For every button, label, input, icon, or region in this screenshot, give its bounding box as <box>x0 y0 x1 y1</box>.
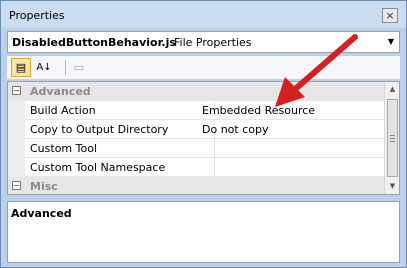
property-row-copy-to-output[interactable]: Copy to Output Directory Do not copy <box>25 120 384 139</box>
property-row-custom-tool[interactable]: Custom Tool <box>25 139 384 158</box>
category-misc[interactable]: − Misc <box>8 177 384 194</box>
column-divider <box>214 158 215 177</box>
scroll-thumb[interactable] <box>387 99 398 177</box>
property-value[interactable]: Do not copy <box>202 123 268 136</box>
chevron-down-icon[interactable]: ▼ <box>385 35 397 49</box>
properties-window: Properties × DisabledButtonBehavior.js F… <box>0 0 407 268</box>
property-name: Build Action <box>30 104 96 117</box>
category-label: Advanced <box>30 85 91 98</box>
grip-line <box>390 141 395 142</box>
property-name: Copy to Output Directory <box>30 123 169 136</box>
title-bar[interactable]: Properties × <box>1 1 406 28</box>
property-row-custom-tool-namespace[interactable]: Custom Tool Namespace <box>25 158 384 177</box>
object-type: File Properties <box>174 36 252 49</box>
grip-line <box>390 135 395 136</box>
toolbar-separator <box>65 60 66 75</box>
collapse-icon[interactable]: − <box>12 181 21 190</box>
vertical-scrollbar[interactable]: ▲ ▼ <box>384 82 399 194</box>
column-divider <box>214 139 215 158</box>
property-pages-button: ▭ <box>69 58 89 77</box>
window-title: Properties <box>9 9 65 22</box>
collapse-icon[interactable]: − <box>12 86 21 95</box>
scroll-up-icon[interactable]: ▲ <box>385 82 399 97</box>
categorized-button[interactable]: ▤ <box>11 58 31 77</box>
close-icon: × <box>385 9 395 22</box>
close-button[interactable]: × <box>382 8 398 23</box>
alphabetical-button[interactable]: A↓ <box>34 58 54 77</box>
scroll-down-icon[interactable]: ▼ <box>385 179 399 194</box>
property-name: Custom Tool <box>30 142 98 155</box>
property-pages-icon: ▭ <box>73 61 85 74</box>
sort-alphabetical-icon: A↓ <box>36 62 52 73</box>
property-name: Custom Tool Namespace <box>30 161 166 174</box>
red-arrow-annotation <box>275 34 358 107</box>
object-name: DisabledButtonBehavior.js <box>12 36 176 49</box>
category-label: Misc <box>30 180 58 193</box>
description-pane: Advanced <box>7 201 400 263</box>
categorized-icon: ▤ <box>15 61 27 74</box>
description-title: Advanced <box>11 207 72 220</box>
grip-line <box>390 138 395 139</box>
